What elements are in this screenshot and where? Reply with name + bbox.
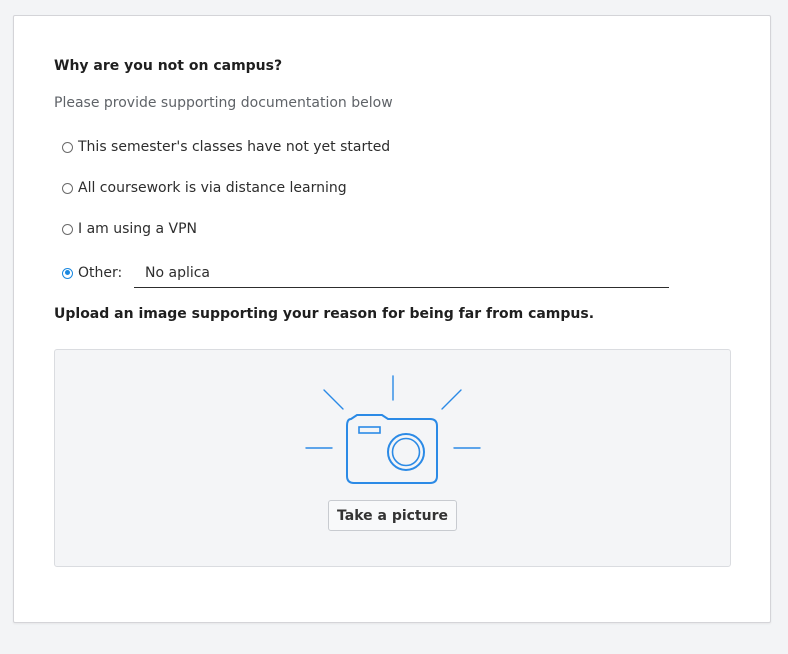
- radio-button[interactable]: [62, 141, 73, 153]
- radio-option-distance-learning[interactable]: All coursework is via distance learning: [62, 180, 347, 196]
- upload-title: Upload an image supporting your reason f…: [54, 306, 595, 322]
- radio-label: This semester's classes have not yet sta…: [78, 139, 391, 155]
- radio-label: Other:: [78, 265, 123, 281]
- take-picture-button[interactable]: Take a picture: [328, 500, 457, 531]
- radio-label: I am using a VPN: [78, 221, 198, 237]
- image-upload-area[interactable]: Take a picture: [54, 349, 731, 567]
- radio-button[interactable]: [62, 182, 73, 194]
- question-title: Why are you not on campus?: [54, 58, 283, 74]
- radio-option-classes-not-started[interactable]: This semester's classes have not yet sta…: [62, 139, 390, 155]
- radio-button-selected[interactable]: [62, 267, 73, 279]
- camera-icon: [305, 375, 481, 484]
- other-reason-input[interactable]: [134, 258, 669, 288]
- radio-option-vpn[interactable]: I am using a VPN: [62, 221, 197, 237]
- radio-option-other[interactable]: Other:: [62, 265, 122, 281]
- radio-label: All coursework is via distance learning: [78, 180, 347, 196]
- radio-button[interactable]: [62, 223, 73, 235]
- question-hint: Please provide supporting documentation …: [54, 95, 393, 111]
- question-card: Why are you not on campus? Please provid…: [13, 15, 771, 623]
